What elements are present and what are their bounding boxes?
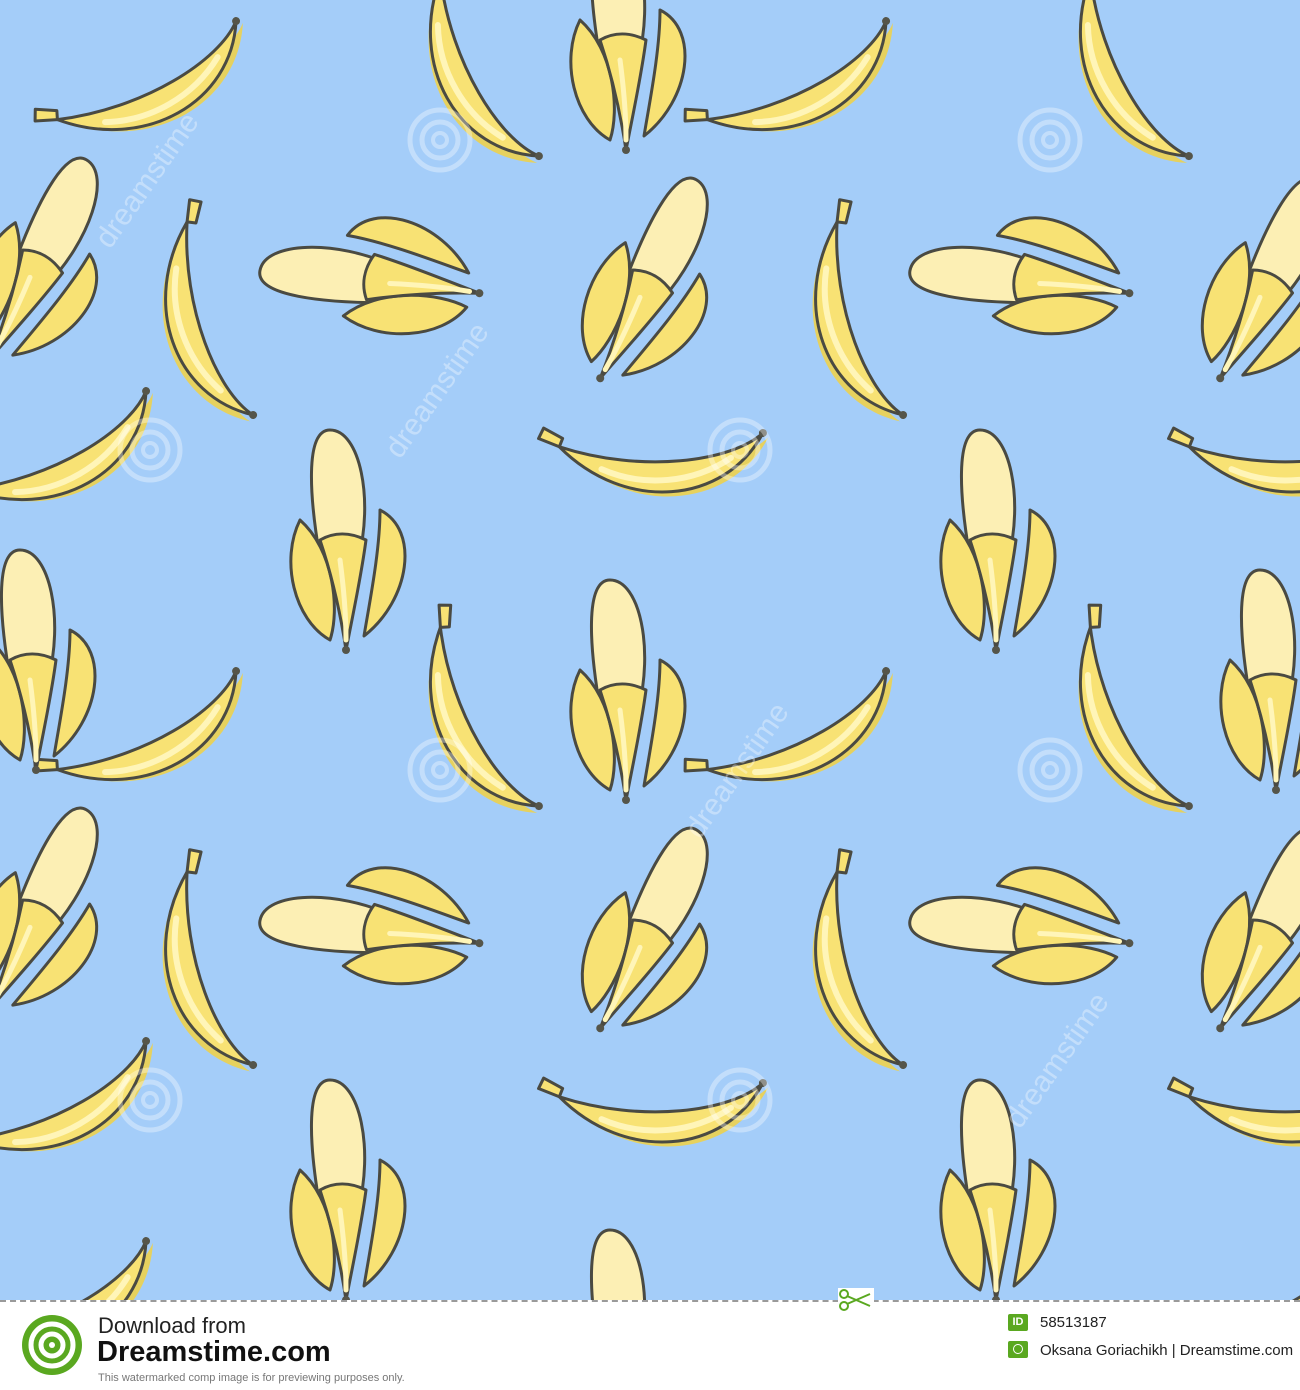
copyright-icon bbox=[1008, 1341, 1028, 1358]
author-credit: Oksana Goriachikh | Dreamstime.com bbox=[1040, 1342, 1294, 1359]
scissors-icon bbox=[838, 1288, 874, 1312]
site-name[interactable]: Dreamstime.com bbox=[97, 1336, 331, 1369]
dreamstime-footer: Download from Dreamstime.com This waterm… bbox=[0, 1288, 1300, 1390]
dreamstime-logo-icon bbox=[20, 1313, 84, 1377]
id-badge: ID bbox=[1008, 1314, 1028, 1331]
banana-pattern-image: dreamstime dreamstime dreamstime dreamst… bbox=[0, 0, 1300, 1300]
watermark-note: This watermarked comp image is for previ… bbox=[98, 1372, 405, 1384]
pattern-background bbox=[0, 0, 1300, 1300]
image-id: 58513187 bbox=[1040, 1314, 1107, 1331]
cut-line bbox=[0, 1300, 1300, 1302]
